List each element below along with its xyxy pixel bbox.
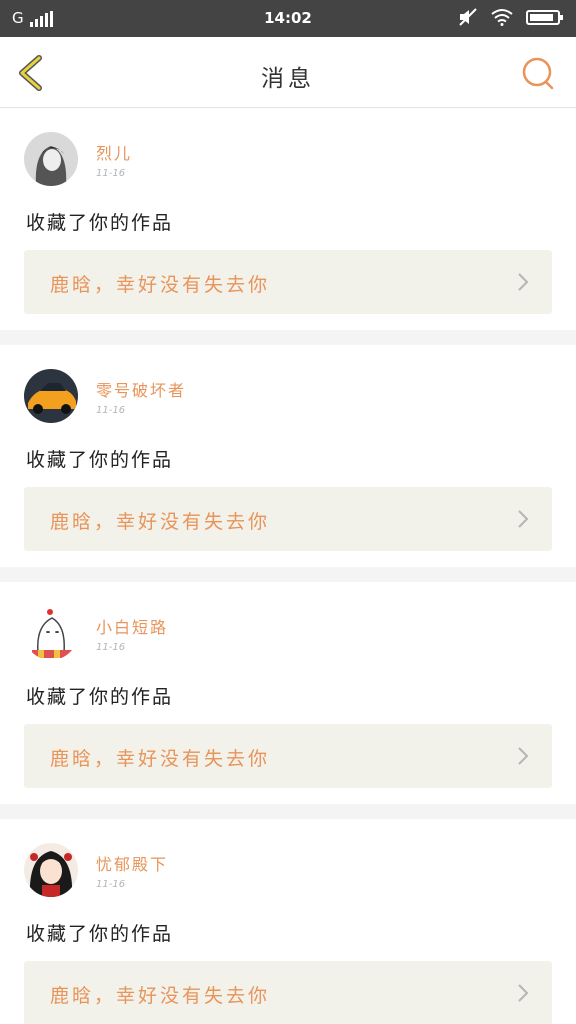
username[interactable]: 零号破坏者 [96,377,186,401]
action-text: 收藏了你的作品 [26,212,174,234]
avatar[interactable] [24,132,78,186]
avatar[interactable] [24,843,78,897]
action-text: 收藏了你的作品 [26,686,174,708]
wifi-icon [491,9,513,26]
username[interactable]: 小白短路 [96,614,168,638]
mute-icon [459,8,477,26]
message-card: 烈儿 11-16 收藏了你的作品 鹿晗，幸好没有失去你 [0,108,576,330]
message-date: 11-16 [96,405,126,416]
action-text: 收藏了你的作品 [26,449,174,471]
work-link[interactable]: 鹿晗，幸好没有失去你 [24,961,552,1024]
work-link[interactable]: 鹿晗，幸好没有失去你 [24,487,552,551]
work-title: 鹿晗，幸好没有失去你 [50,511,271,533]
work-link[interactable]: 鹿晗，幸好没有失去你 [24,724,552,788]
message-list: 烈儿 11-16 收藏了你的作品 鹿晗，幸好没有失去你 零号破坏者 11-16 … [0,108,576,1024]
chevron-right-icon [518,984,529,1002]
action-text: 收藏了你的作品 [26,923,174,945]
work-title: 鹿晗，幸好没有失去你 [50,274,271,296]
chevron-right-icon [518,510,529,528]
avatar[interactable] [24,606,78,660]
message-date: 11-16 [96,642,126,653]
work-title: 鹿晗，幸好没有失去你 [50,985,271,1007]
battery-icon [526,9,563,25]
message-date: 11-16 [96,879,126,890]
chevron-right-icon [518,273,529,291]
search-icon[interactable] [520,55,556,91]
status-icons [458,8,563,26]
message-date: 11-16 [96,168,126,179]
status-bar: G 14:02 [0,0,576,37]
message-card: 小白短路 11-16 收藏了你的作品 鹿晗，幸好没有失去你 [0,582,576,804]
app-header: 消息 [0,37,576,108]
screen: G 14:02 消息 烈儿 11-16 收藏了你的作品 鹿晗，幸好没有失去你 零… [0,0,576,1024]
avatar[interactable] [24,369,78,423]
username[interactable]: 忧郁殿下 [96,851,168,875]
work-title: 鹿晗，幸好没有失去你 [50,748,271,770]
chevron-right-icon [518,747,529,765]
work-link[interactable]: 鹿晗，幸好没有失去你 [24,250,552,314]
message-card: 零号破坏者 11-16 收藏了你的作品 鹿晗，幸好没有失去你 [0,345,576,567]
page-title: 消息 [261,66,315,92]
message-card: 忧郁殿下 11-16 收藏了你的作品 鹿晗，幸好没有失去你 [0,819,576,1024]
username[interactable]: 烈儿 [96,140,132,164]
